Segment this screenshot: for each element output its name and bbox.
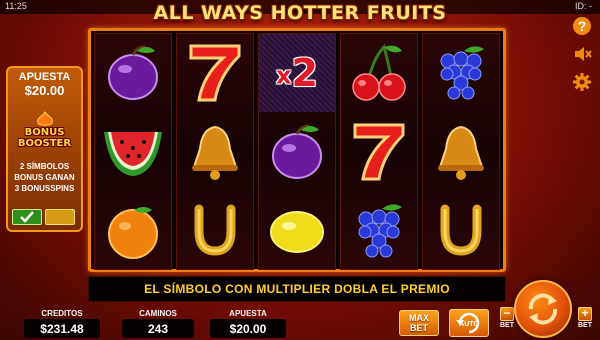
spin-arrows-icon [528, 293, 558, 325]
orange-icon [108, 207, 158, 259]
symbol-bell [423, 113, 499, 191]
bonus-desc-line3: 3 BONUSSPINS [14, 184, 75, 193]
multiplier-label: x2 [276, 51, 318, 95]
symbol-multiplier: x2 [259, 34, 335, 112]
reel-5 [422, 33, 500, 270]
message-bar: EL SÍMBOLO CON MULTIPLIER DOBLA EL PREMI… [88, 276, 506, 302]
bonus-booster-panel: APUESTA $20.00 BONUS BOOSTER 2 SÍMBOLOS … [6, 66, 83, 232]
symbol-plum [259, 113, 335, 191]
credits-label: CREDITOS [41, 309, 83, 318]
symbol-grapes [423, 34, 499, 112]
svg-text:?: ? [578, 18, 587, 34]
spin-button[interactable] [514, 280, 572, 338]
ways-label: CAMINOS [139, 309, 177, 318]
symbol-orange [95, 192, 171, 270]
grapes-icon [358, 204, 402, 258]
ways-display: CAMINOS 243 [122, 309, 194, 338]
reel-2 [176, 33, 254, 270]
symbol-lemon [259, 192, 335, 270]
bonus-bet-label: APUESTA [18, 71, 71, 83]
bonus-booster-line1: BONUS [24, 127, 65, 138]
horseshoe-icon [194, 204, 236, 256]
symbol-horseshoe [177, 192, 253, 270]
watermelon-icon [104, 132, 162, 176]
grapes-icon [440, 46, 484, 100]
symbol-bell [177, 113, 253, 191]
horseshoe-icon [440, 204, 482, 256]
bet-display: APUESTA $20.00 [210, 309, 286, 338]
credits-display: CREDITOS $231.48 [24, 309, 100, 338]
minus-icon: − [500, 307, 514, 321]
help-button[interactable]: ? [572, 16, 592, 36]
seven-icon [353, 123, 405, 181]
symbol-horseshoe [423, 192, 499, 270]
bonus-bet-amount: $20.00 [24, 83, 65, 98]
symbol-watermelon [95, 113, 171, 191]
symbol-seven [177, 34, 253, 112]
bonus-booster-line2: BOOSTER [17, 138, 72, 149]
bet-increase-label: BET [578, 322, 592, 329]
bet-value: $20.00 [210, 319, 286, 338]
settings-button[interactable] [572, 72, 592, 92]
bonus-off-button[interactable] [45, 209, 75, 225]
plus-icon: + [578, 307, 592, 321]
reel-4 [340, 33, 418, 270]
symbol-plum [95, 34, 171, 112]
bonus-desc-line2: BONUS GANAN [14, 173, 75, 182]
bonus-desc-line1: 2 SÍMBOLOS [19, 162, 70, 171]
symbol-seven [341, 113, 417, 191]
bet-label: APUESTA [229, 309, 267, 318]
cherry-icon [352, 44, 406, 101]
reel-1 [94, 33, 172, 270]
symbol-grapes [341, 192, 417, 270]
game-title: ALL WAYS HOTTER FRUITS [153, 2, 447, 24]
bonus-booster-logo: BONUS BOOSTER [10, 100, 80, 160]
plum-icon [272, 124, 322, 179]
reel-3: x2 [258, 33, 336, 270]
ways-value: 243 [122, 319, 194, 338]
reel-grid: x2 [88, 28, 506, 272]
flame-icon [36, 111, 53, 126]
sound-button[interactable] [572, 44, 592, 64]
bell-icon [192, 125, 238, 180]
autoplay-icon: AUTO [456, 312, 479, 334]
checkmark-icon [20, 211, 34, 223]
credits-value: $231.48 [24, 319, 100, 338]
seven-icon [189, 44, 241, 102]
bell-icon [438, 125, 484, 180]
bet-decrease-label: BET [500, 322, 514, 329]
max-bet-button[interactable]: MAX BET [399, 310, 439, 336]
bet-increase-button[interactable]: + BET [574, 307, 596, 337]
question-icon: ? [573, 17, 591, 35]
plum-icon [108, 45, 158, 100]
bonus-booster-toggle[interactable] [12, 209, 78, 225]
gear-icon [573, 73, 591, 91]
autoplay-button[interactable]: AUTO [449, 309, 489, 337]
symbol-cherry [341, 34, 417, 112]
max-bet-line2: BET [410, 323, 428, 333]
bonus-on-button[interactable] [12, 209, 42, 225]
lemon-icon [270, 211, 324, 253]
autoplay-label: AUTO [459, 321, 479, 328]
max-bet-line1: MAX [409, 313, 429, 323]
speaker-mute-icon [575, 47, 592, 61]
